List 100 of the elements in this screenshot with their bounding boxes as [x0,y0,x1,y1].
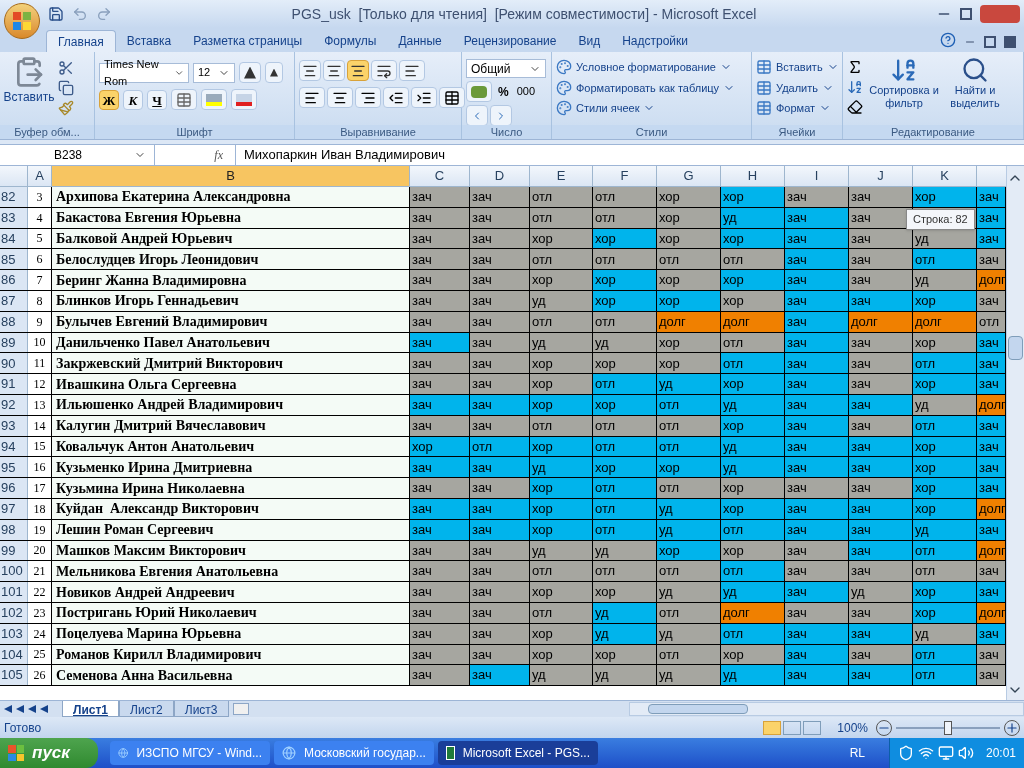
align-right-button[interactable] [355,87,381,108]
row-header[interactable]: 98 [0,519,28,540]
taskbar-button[interactable]: Microsoft Excel - PGS... [438,741,598,765]
row-header[interactable]: 91 [0,374,28,394]
row-header[interactable]: 82 [0,187,28,207]
row-header[interactable]: 99 [0,540,28,561]
formula-field[interactable]: Михопаркин Иван Владимирович [235,145,1024,165]
vertical-scrollbar[interactable] [1006,166,1024,700]
row-header[interactable]: 100 [0,561,28,582]
column-header[interactable]: K [913,166,977,186]
row-header[interactable]: 102 [0,602,28,623]
font-color-button[interactable] [231,89,257,110]
row-header[interactable]: 96 [0,478,28,498]
scroll-thumb[interactable] [1008,336,1023,360]
paste-button[interactable]: Вставить [4,56,54,106]
horizontal-scrollbar[interactable] [628,702,1024,716]
taskbar-button[interactable]: ИЗСПО МГСУ - Wind... [110,741,270,765]
start-button[interactable]: пуск [0,738,98,768]
orientation-button[interactable] [371,60,397,81]
grow-font-button[interactable] [239,62,261,83]
copy-icon[interactable] [58,80,74,96]
office-button[interactable] [4,3,40,39]
cells-button[interactable]: Вставить [756,59,839,76]
row-header[interactable]: 88 [0,311,28,332]
vertical-align-button[interactable] [299,60,321,81]
name-box[interactable]: B238 [0,145,155,165]
indent-increase-button[interactable] [411,87,437,108]
indent-decrease-button[interactable] [383,87,409,108]
restore-icon[interactable] [984,36,996,48]
fill-color-button[interactable] [201,89,227,110]
cells-button[interactable]: Формат [756,100,839,117]
vertical-align-button[interactable] [347,60,369,81]
zoom-slider-thumb[interactable] [944,720,952,735]
ribbon-tab[interactable]: Формулы [313,30,388,52]
row-header[interactable]: 84 [0,228,28,249]
font-style-button[interactable]: Ж [99,89,119,110]
sheet-tab[interactable]: Лист2 [119,701,174,717]
row-header[interactable]: 87 [0,291,28,311]
restore-icon[interactable] [960,8,972,20]
ribbon-tab[interactable]: Надстройки [611,30,699,52]
sort-button[interactable]: Сортировка и фильтр [867,56,941,110]
column-header[interactable]: G [657,166,721,186]
percent-button[interactable]: % [494,81,513,102]
scissors-icon[interactable] [58,60,74,76]
sheet-tab[interactable]: Лист1 [62,701,120,717]
column-header[interactable]: C [410,166,470,186]
ribbon-tab[interactable]: Главная [46,30,116,52]
row-header[interactable]: 97 [0,498,28,519]
row-header[interactable]: 92 [0,394,28,415]
styles-button[interactable]: Форматировать как таблицу [556,79,736,96]
font-style-button[interactable]: Ч [147,89,167,110]
row-header[interactable]: 83 [0,207,28,228]
paintbrush-icon[interactable] [58,100,74,116]
styles-button[interactable]: Условное форматирование [556,59,736,76]
row-header[interactable]: 89 [0,332,28,353]
row-header[interactable]: 94 [0,436,28,457]
borders-button[interactable] [171,89,197,110]
thousands-button[interactable]: 000 [514,81,538,102]
save-icon[interactable] [48,6,64,22]
zoom-slider[interactable] [896,719,1000,736]
merge-button[interactable] [439,87,465,108]
sheet-tab[interactable]: Лист3 [173,701,229,717]
row-header[interactable]: 93 [0,415,28,436]
row-header[interactable]: 104 [0,644,28,665]
wrap-button[interactable] [399,60,425,81]
number-format-field[interactable]: Общий [466,59,546,78]
ribbon-tab[interactable]: Рецензирование [452,30,568,52]
help-icon[interactable] [940,32,956,48]
row-header[interactable]: 90 [0,353,28,374]
font-name-field[interactable]: Times New Rom [99,62,189,83]
column-header[interactable]: E [530,166,593,186]
row-header[interactable]: 86 [0,270,28,290]
language-indicator[interactable]: RL [849,744,865,762]
column-header[interactable]: I [785,166,849,186]
ribbon-tab[interactable]: Вставка [115,30,183,52]
row-header[interactable]: 101 [0,582,28,602]
align-left-button[interactable] [299,87,325,108]
font-size-field[interactable]: 12 [193,62,235,83]
ribbon-tab[interactable]: Разметка страницы [182,30,314,52]
styles-button[interactable]: Стили ячеек [556,100,736,117]
vertical-align-button[interactable] [323,60,345,81]
align-center-button[interactable] [327,87,353,108]
cells-button[interactable]: Удалить [756,79,839,96]
row-header[interactable]: 105 [0,665,28,686]
row-header[interactable]: 85 [0,249,28,270]
column-header[interactable]: J [849,166,913,186]
row-header[interactable]: 95 [0,457,28,478]
sum-icon[interactable] [847,59,863,75]
eraser-icon[interactable] [847,99,863,115]
row-header[interactable]: 103 [0,623,28,644]
column-header[interactable]: D [470,166,530,186]
ribbon-tab[interactable]: Данные [387,30,453,52]
column-header[interactable]: B [52,166,410,186]
shrink-font-button[interactable] [265,62,283,83]
column-header[interactable]: F [593,166,657,186]
font-style-button[interactable]: К [123,89,143,110]
find-button[interactable]: Найти и выделить [945,56,1005,110]
column-header[interactable]: H [721,166,785,186]
ribbon-tab[interactable]: Вид [567,30,612,52]
taskbar-button[interactable]: Московский государ... [274,741,434,765]
